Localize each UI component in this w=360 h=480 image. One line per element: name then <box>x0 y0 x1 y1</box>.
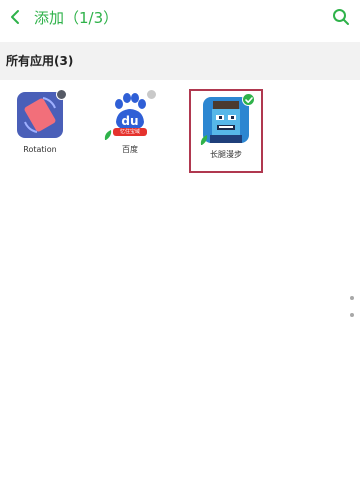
app-label: Rotation <box>23 145 57 154</box>
app-item-game[interactable]: 长腿漫步 <box>189 89 263 173</box>
select-indicator[interactable] <box>56 89 67 100</box>
baidu-app-icon: du 忆住宝域 <box>104 89 157 140</box>
app-label: 长腿漫步 <box>210 150 242 159</box>
section-title: 所有应用(3) <box>6 54 74 68</box>
check-icon <box>244 96 253 103</box>
back-button[interactable] <box>4 6 26 28</box>
scroll-indicator-dot <box>350 296 354 300</box>
select-indicator[interactable] <box>146 89 157 100</box>
leaf-icon <box>104 130 112 140</box>
selected-check-indicator[interactable] <box>242 93 255 106</box>
app-label: 百度 <box>122 145 138 154</box>
page-title: 添加（1/3） <box>34 9 119 27</box>
app-item-rotation[interactable]: Rotation <box>5 89 75 155</box>
section-header: 所有应用(3) <box>0 42 360 80</box>
svg-text:du: du <box>121 114 138 128</box>
scroll-indicator-dot <box>350 313 354 317</box>
app-item-baidu[interactable]: du 忆住宝域 百度 <box>95 89 165 155</box>
search-button[interactable] <box>330 6 352 28</box>
app-badge-text: 忆住宝域 <box>119 129 140 135</box>
search-icon <box>333 9 349 25</box>
chevron-left-icon <box>11 10 19 24</box>
top-bar: 添加（1/3） <box>0 0 360 36</box>
leaf-icon <box>200 135 208 145</box>
game-app-icon <box>200 93 255 145</box>
rotation-app-icon <box>17 89 67 138</box>
